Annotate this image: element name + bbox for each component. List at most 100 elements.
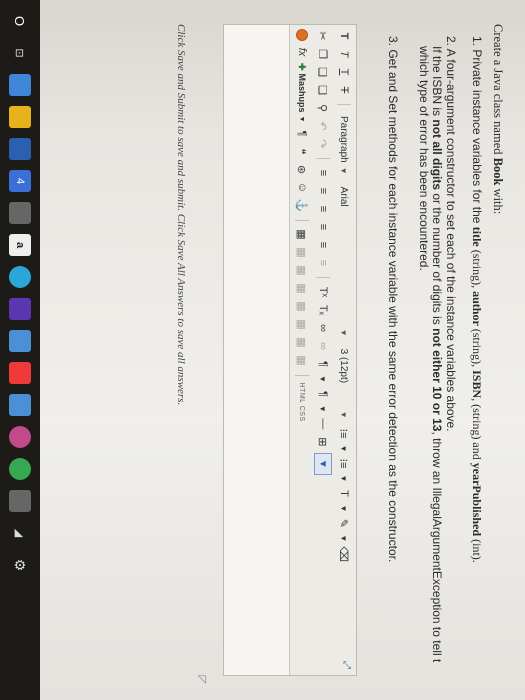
- record-icon[interactable]: [296, 29, 308, 41]
- class-name: Book: [491, 157, 505, 186]
- gear-icon[interactable]: ⚙: [9, 554, 31, 576]
- amazon-icon[interactable]: a: [9, 234, 31, 256]
- req2-text-a: If the ISBN is: [430, 46, 445, 120]
- eraser-icon[interactable]: ⌫: [336, 546, 352, 562]
- rtl-icon[interactable]: ¶: [315, 387, 331, 401]
- search-icon[interactable]: ⚲: [315, 101, 331, 115]
- chevron-down-icon[interactable]: ▼: [340, 475, 349, 483]
- chevron-down-icon[interactable]: ▼: [340, 445, 349, 453]
- table-split-icon[interactable]: ▦: [294, 318, 310, 332]
- answer-text-area[interactable]: [224, 25, 289, 675]
- divider: [316, 158, 330, 159]
- copy-icon[interactable]: ❐: [315, 47, 331, 61]
- req2-text-c: , throw an IllegalArgumentException to t…: [430, 431, 445, 663]
- itunes-icon[interactable]: [9, 426, 31, 448]
- table-props-icon[interactable]: ▦: [294, 336, 310, 350]
- req2-not-digits: not all digits: [430, 119, 445, 191]
- screen: Create a Java class named Book with: 1. …: [0, 0, 525, 700]
- size-value: 3 (12pt): [338, 348, 350, 384]
- underline-button[interactable]: T: [336, 65, 352, 79]
- chevron-down-icon: ▼: [298, 115, 306, 123]
- chevron-down-icon[interactable]: ▼: [319, 405, 328, 413]
- resize-handle-icon[interactable]: ◸: [196, 676, 209, 684]
- redo-icon[interactable]: ↷: [315, 137, 331, 151]
- spotify-icon[interactable]: [9, 458, 31, 480]
- numbered-list-button[interactable]: ⁝≡: [336, 457, 352, 471]
- html-css-toggle[interactable]: HTML CSS: [299, 383, 306, 422]
- chevron-down-icon[interactable]: ▼: [319, 375, 328, 383]
- dropbox-icon[interactable]: [9, 298, 31, 320]
- table-col-icon[interactable]: ▦: [294, 264, 310, 278]
- paragraph-mark-icon[interactable]: ¶: [294, 127, 310, 141]
- network-icon[interactable]: ◢: [9, 522, 31, 544]
- photos-icon[interactable]: [9, 394, 31, 416]
- table-cell-icon[interactable]: ▦: [294, 282, 310, 296]
- undo-icon[interactable]: ↶: [315, 119, 331, 133]
- more-options-dropdown[interactable]: ▼: [314, 452, 332, 475]
- horizontal-rule-icon[interactable]: —: [315, 417, 331, 431]
- anchor-icon[interactable]: ⚓: [294, 199, 310, 213]
- quote-icon[interactable]: ❝: [294, 145, 310, 159]
- edge-icon[interactable]: [9, 266, 31, 288]
- toolbar-row-1: T T T T Paragraph ▼ Arial ▼ 3 (12pt) ▼ ⁝≡ ▼…: [334, 29, 354, 562]
- intro-suffix: with:: [491, 185, 505, 215]
- table-delete-icon[interactable]: ▦: [294, 354, 310, 368]
- align-left-icon[interactable]: ≡: [315, 166, 331, 180]
- start-icon[interactable]: O: [9, 10, 31, 32]
- font-size-select[interactable]: 3 (12pt) ▼: [336, 345, 352, 423]
- req1-text-e: (int).: [470, 536, 484, 563]
- superscript-button[interactable]: Tˣ: [315, 285, 331, 299]
- req1-text-c: (string),: [470, 325, 484, 371]
- requirement-2: 2. A four-argument constructor to set ea…: [417, 36, 458, 686]
- mashups-label: Mashups: [297, 73, 307, 113]
- unlink-icon[interactable]: ∞: [315, 339, 331, 353]
- special-char-icon[interactable]: ⊛: [294, 163, 310, 177]
- chevron-down-icon: ▼: [339, 410, 349, 419]
- editor-toolbar: T T T T Paragraph ▼ Arial ▼ 3 (12pt) ▼ ⁝≡ ▼…: [289, 25, 356, 675]
- bold-button[interactable]: T: [336, 29, 352, 43]
- mail-icon[interactable]: [9, 138, 31, 160]
- font-select[interactable]: Arial ▼: [336, 183, 352, 341]
- req2-line3: which type of error has been encountered…: [417, 46, 431, 271]
- paste-icon[interactable]: ❑: [315, 65, 331, 79]
- chevron-down-icon[interactable]: ▼: [340, 504, 349, 512]
- indent-icon[interactable]: ≡: [315, 238, 331, 252]
- folder-icon[interactable]: [9, 106, 31, 128]
- mashups-menu[interactable]: ✚ Mashups ▼: [297, 63, 308, 123]
- bullet-list-button[interactable]: ⁝≡: [336, 427, 352, 441]
- formula-button[interactable]: fx: [294, 45, 310, 59]
- insert-code-icon[interactable]: ⊞: [315, 435, 331, 449]
- text-color-button[interactable]: T: [336, 486, 352, 500]
- task-view-icon[interactable]: ⊡: [9, 42, 31, 64]
- req2-line1: 2. A four-argument constructor to set ea…: [444, 36, 458, 432]
- paste-text-icon[interactable]: ❑: [315, 83, 331, 97]
- table-icon[interactable]: ▦: [294, 228, 310, 242]
- office-icon[interactable]: [9, 362, 31, 384]
- link-icon[interactable]: ∞: [315, 321, 331, 335]
- fullscreen-icon[interactable]: ⤢: [341, 661, 352, 669]
- divider: [337, 104, 351, 105]
- outdent-icon[interactable]: ≡: [315, 256, 331, 270]
- table-merge-icon[interactable]: ▦: [294, 300, 310, 314]
- req2-length: not either 10 or 13: [430, 328, 445, 432]
- highlight-button[interactable]: ✎: [336, 516, 352, 530]
- requirement-1: 1. Private instance variables for the ti…: [470, 36, 484, 686]
- calendar-icon[interactable]: 4: [9, 170, 31, 192]
- ltr-icon[interactable]: ¶: [315, 357, 331, 371]
- intro-text: Create a Java class named: [491, 24, 505, 158]
- align-center-icon[interactable]: ≡: [315, 184, 331, 198]
- cut-icon[interactable]: ✂: [315, 29, 331, 43]
- chevron-down-icon[interactable]: ▼: [340, 534, 349, 542]
- browser-icon[interactable]: [9, 74, 31, 96]
- table-row-icon[interactable]: ▦: [294, 246, 310, 260]
- pen-icon[interactable]: [9, 490, 31, 512]
- paragraph-select[interactable]: Paragraph ▼: [336, 112, 352, 179]
- app-icon[interactable]: [9, 330, 31, 352]
- emoji-icon[interactable]: ☺: [294, 181, 310, 195]
- align-justify-icon[interactable]: ≡: [315, 220, 331, 234]
- align-right-icon[interactable]: ≡: [315, 202, 331, 216]
- strikethrough-button[interactable]: T: [336, 83, 352, 97]
- italic-button[interactable]: T: [336, 47, 352, 61]
- store-icon[interactable]: [9, 202, 31, 224]
- subscript-button[interactable]: Tₓ: [315, 303, 331, 317]
